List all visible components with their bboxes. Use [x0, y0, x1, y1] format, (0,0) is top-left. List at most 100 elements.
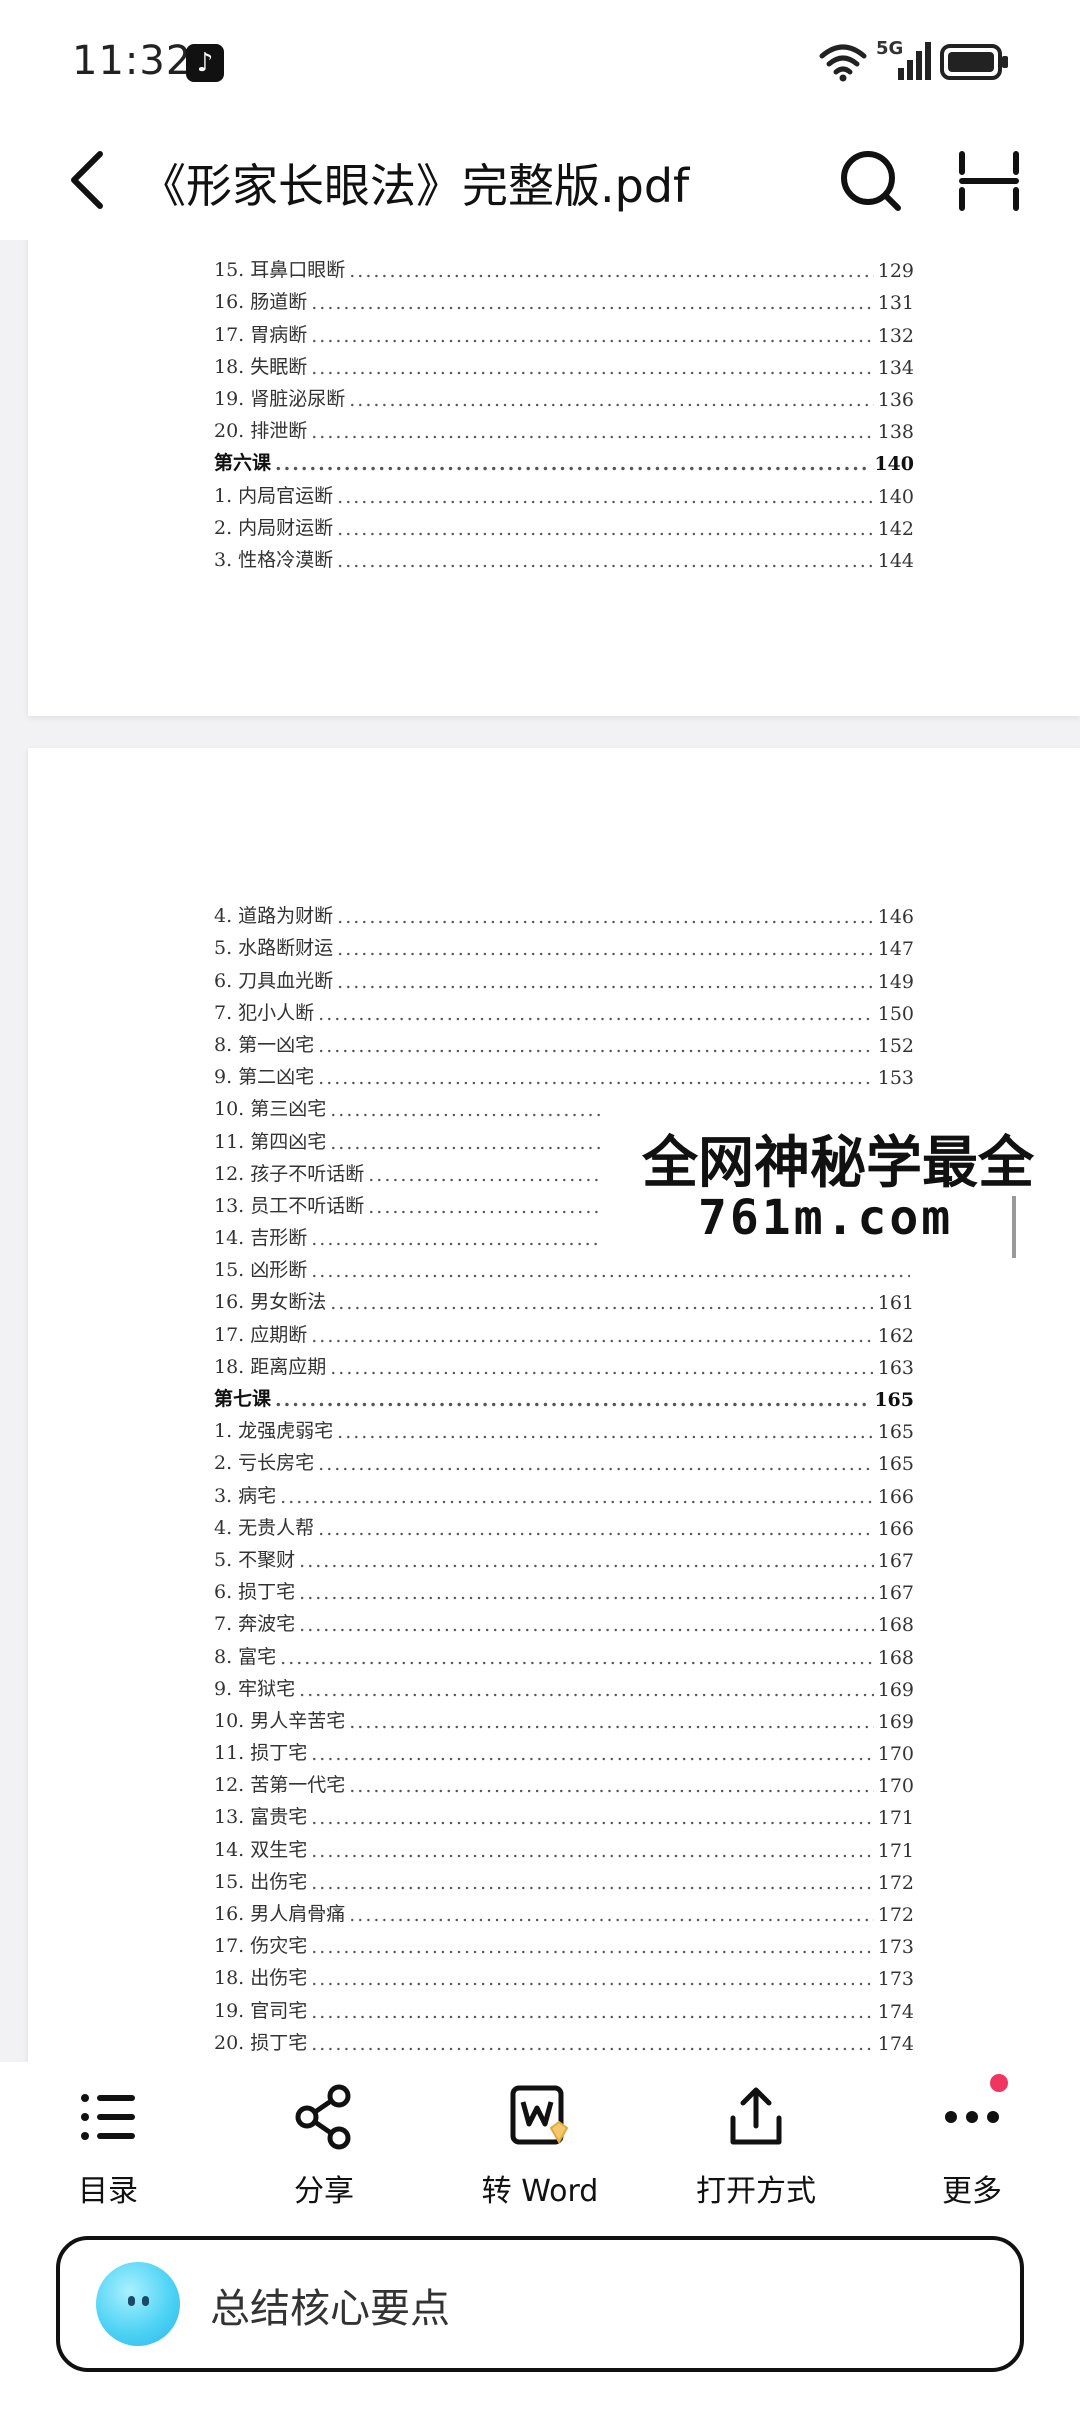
toc-entry[interactable]: 9. 牢狱宅 169 [214, 1669, 914, 1701]
toc-entry[interactable]: 19. 肾脏泌尿断 136 [214, 379, 914, 411]
toolbar-open-with-button[interactable]: 打开方式 [666, 2082, 846, 2222]
toc-entry-page: 167 [877, 1549, 914, 1572]
toc-entry-title: 第七课 [214, 1388, 272, 1410]
toc-entry[interactable]: 17. 应期断 162 [214, 1314, 914, 1347]
toolbar-label: 更多 [942, 2174, 1002, 2209]
list-icon [81, 2094, 135, 2140]
toc-entry[interactable]: 4. 无贵人帮 166 [214, 1508, 914, 1540]
toc-entry-page: 169 [877, 1678, 914, 1701]
toc-entry[interactable]: 9. 第二凶宅 153 [214, 1057, 914, 1089]
back-arrow-icon[interactable] [60, 144, 116, 216]
toc-entry[interactable]: 4. 道路为财断 146 [214, 896, 914, 928]
toc-leader-dots [280, 1647, 874, 1669]
toc-leader-dots [311, 2001, 873, 2023]
toc-entry[interactable]: 3. 病宅 166 [214, 1475, 914, 1508]
toc-entry[interactable]: 16. 男人肩骨痛 172 [214, 1894, 914, 1926]
toolbar-share-button[interactable]: 分享 [234, 2082, 414, 2222]
status-time: 11:32 [72, 38, 193, 84]
wifi-icon [819, 44, 867, 82]
toc-leader-dots [337, 1421, 874, 1443]
toc-entry[interactable]: 8. 富宅 168 [214, 1636, 914, 1669]
toc-leader-dots [311, 1325, 873, 1347]
pdf-page-4: 4. 道路为财断1465. 水路断财运1476. 刀具血光断1497. 犯小人断… [28, 748, 1080, 2062]
toc-entry[interactable]: 20. 排泄断 138 [214, 411, 914, 443]
toc-entry[interactable]: 5. 不聚财 167 [214, 1540, 914, 1572]
toc-entry[interactable]: 16. 肠道断 131 [214, 282, 914, 314]
toc-entry[interactable]: 15. 出伤宅 172 [214, 1862, 914, 1894]
toc-entry[interactable]: 第七课 165 [214, 1379, 914, 1411]
toc-entry-title: 3. 性格冷漠断 [214, 548, 334, 571]
toc-entry[interactable]: 15. 凶形断 [214, 1250, 914, 1282]
toc-entry[interactable]: 13. 富贵宅 171 [214, 1797, 914, 1829]
toc-entry[interactable]: 18. 失眠断 134 [214, 347, 914, 379]
toc-entry[interactable]: 17. 胃病断 132 [214, 314, 914, 347]
toc-entry[interactable]: 8. 第一凶宅 152 [214, 1025, 914, 1057]
toc-entry-title: 13. 员工不听话断 [214, 1194, 365, 1217]
toc-entry[interactable]: 16. 男女断法 161 [214, 1282, 914, 1314]
table-of-contents: 15. 耳鼻口眼断12916. 肠道断13117. 胃病断13218. 失眠断1… [214, 250, 914, 572]
toc-leader-dots [337, 938, 874, 960]
fullscreen-icon[interactable] [956, 146, 1022, 216]
toc-entry[interactable]: 11. 损丁宅 170 [214, 1733, 914, 1765]
toc-entry-page: 165 [877, 1453, 914, 1476]
toc-entry-title: 19. 官司宅 [214, 1999, 308, 2022]
toc-leader-dots [299, 1614, 874, 1636]
toc-entry[interactable]: 第六课 140 [214, 443, 914, 475]
toc-entry[interactable]: 7. 犯小人断 150 [214, 993, 914, 1025]
toc-leader-dots [318, 1035, 874, 1057]
toc-entry[interactable]: 3. 性格冷漠断 144 [214, 540, 914, 572]
toc-entry-page: 167 [877, 1582, 914, 1605]
toc-leader-dots [275, 453, 870, 475]
toc-entry-title: 14. 双生宅 [214, 1838, 308, 1861]
toc-leader-dots [330, 1357, 873, 1379]
toc-entry[interactable]: 18. 出伤宅 173 [214, 1958, 914, 1990]
toc-entry[interactable]: 15. 耳鼻口眼断 129 [214, 250, 914, 282]
word-convert-icon [510, 2085, 569, 2145]
toc-entry[interactable]: 10. 男人辛苦宅 169 [214, 1701, 914, 1733]
toc-leader-dots [318, 1003, 874, 1025]
toc-entry[interactable]: 12. 苦第一代宅 170 [214, 1765, 914, 1797]
toc-entry[interactable]: 1. 龙强虎弱宅 165 [214, 1411, 914, 1443]
pdf-viewer[interactable]: 15. 耳鼻口眼断12916. 肠道断13117. 胃病断13218. 失眠断1… [0, 240, 1080, 2062]
toc-entry-title: 9. 牢狱宅 [214, 1677, 296, 1700]
toc-leader-dots [311, 325, 873, 347]
toc-entry[interactable]: 14. 双生宅 171 [214, 1829, 914, 1862]
toc-entry[interactable]: 17. 伤灾宅 173 [214, 1926, 914, 1958]
toc-entry[interactable]: 1. 内局官运断 140 [214, 475, 914, 508]
ai-summary-bar[interactable]: 总结核心要点 [56, 2236, 1024, 2372]
toc-entry[interactable]: 19. 官司宅 174 [214, 1990, 914, 2023]
ai-assistant-icon [96, 2262, 180, 2346]
toc-entry[interactable]: 2. 亏长房宅 165 [214, 1443, 914, 1475]
toolbar-more-button[interactable]: 更多 [882, 2082, 1062, 2222]
toc-entry-page: 170 [877, 1743, 914, 1766]
toc-entry-title: 15. 凶形断 [214, 1259, 308, 1282]
search-icon[interactable] [836, 146, 906, 216]
toc-entry-title: 5. 水路断财运 [214, 937, 334, 960]
toc-entry-page: 168 [877, 1646, 914, 1669]
toolbar-convert-word-button[interactable]: 转 Word [450, 2082, 630, 2222]
toc-entry-page: 165 [874, 1389, 914, 1411]
toc-entry-title: 6. 刀具血光断 [214, 969, 334, 992]
toc-leader-dots [330, 1292, 873, 1314]
toc-leader-dots [318, 1453, 874, 1475]
signal-icon [898, 42, 931, 80]
toc-entry-title: 20. 损丁宅 [214, 2031, 308, 2054]
toc-entry-page: 171 [877, 1839, 914, 1862]
toc-entry[interactable]: 6. 损丁宅 167 [214, 1572, 914, 1604]
toc-entry-page: 168 [877, 1614, 914, 1637]
toc-entry-page: 171 [877, 1807, 914, 1830]
toc-entry[interactable]: 7. 奔波宅 168 [214, 1604, 914, 1636]
toc-entry-page: 140 [877, 485, 914, 508]
toc-entry-page: 134 [877, 356, 914, 379]
toc-leader-dots [337, 906, 874, 928]
toc-entry[interactable]: 6. 刀具血光断 149 [214, 960, 914, 993]
toc-entry[interactable]: 5. 水路断财运 147 [214, 928, 914, 960]
toc-entry[interactable]: 20. 损丁宅 174 [214, 2023, 914, 2055]
toc-leader-dots [299, 1582, 874, 1604]
toolbar-contents-button[interactable]: 目录 [18, 2082, 198, 2222]
toc-entry-title: 6. 损丁宅 [214, 1581, 296, 1604]
toc-entry[interactable]: 18. 距离应期 163 [214, 1347, 914, 1379]
toc-entry-page: 162 [877, 1324, 914, 1347]
toc-entry-title: 8. 第一凶宅 [214, 1033, 315, 1056]
toc-entry[interactable]: 2. 内局财运断 142 [214, 508, 914, 540]
